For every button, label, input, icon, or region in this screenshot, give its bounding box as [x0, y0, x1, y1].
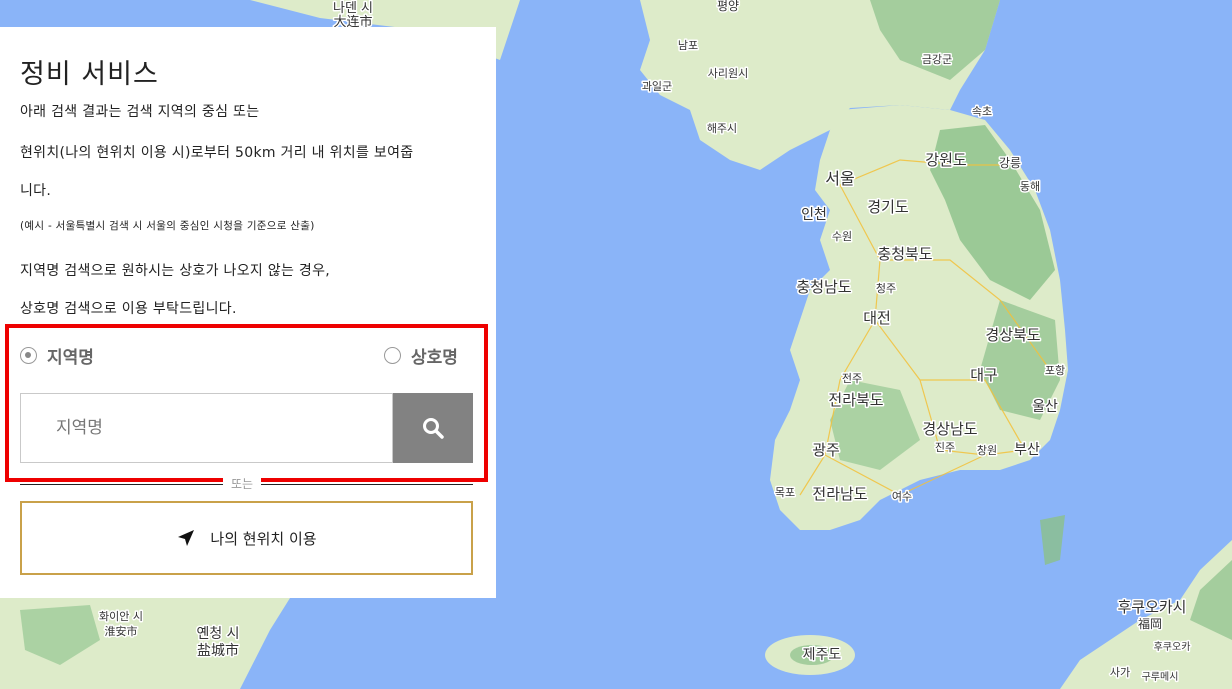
map-label: 금강군: [922, 53, 952, 66]
search-input[interactable]: [20, 393, 393, 463]
map-label: 전라북도: [828, 391, 883, 409]
navigation-arrow-icon: [178, 530, 195, 546]
map-label: 후쿠오카시: [1117, 598, 1186, 616]
map-label: 구루메시: [1142, 671, 1179, 683]
map-label: 인천: [801, 207, 827, 223]
map-label: 충청북도: [877, 245, 932, 263]
map-label: 수원: [832, 230, 852, 243]
map-label: 강원도: [925, 151, 967, 169]
map-label: 충청남도: [796, 278, 851, 296]
map-label: 나덴 시: [333, 1, 373, 16]
map-label: 과일군: [642, 79, 672, 93]
search-icon: [423, 418, 444, 439]
map-label: 진주: [935, 441, 955, 454]
map-label: 해주시: [707, 121, 737, 135]
map-label: 남포: [678, 39, 698, 52]
map-label: 강릉: [999, 156, 1021, 170]
map-label: 포항: [1045, 364, 1065, 377]
radio-business-name-label: 상호명: [411, 348, 458, 368]
map-label: 울산: [1032, 399, 1058, 415]
page-title: 정비 서비스: [20, 59, 159, 90]
map-label: 盐城市: [197, 642, 239, 659]
map-label: 목포: [775, 486, 795, 499]
map-label: 사리원시: [708, 67, 748, 80]
radio-business-name-circle[interactable]: [384, 347, 401, 364]
description-line-3: 니다.: [20, 183, 52, 199]
description-line-4: 지역명 검색으로 원하시는 상호가 나오지 않는 경우,: [20, 263, 331, 279]
use-my-location-label: 나의 현위치 이용: [210, 529, 317, 548]
map-label: 여수: [892, 490, 912, 503]
radio-region-circle[interactable]: [20, 347, 37, 364]
map-label: 경상남도: [922, 420, 977, 438]
map-label: 청주: [876, 282, 896, 295]
radio-region-label: 지역명: [47, 348, 94, 368]
map-label: 대전: [863, 309, 891, 327]
divider-text: 또는: [223, 476, 262, 492]
map-label: 평양: [717, 0, 739, 13]
radio-region[interactable]: 지역명: [20, 343, 94, 368]
map-label: 전주: [842, 372, 862, 385]
map-label: 화이안 시: [99, 610, 143, 623]
map-label: 사가: [1110, 666, 1130, 679]
map-label: 창원: [977, 444, 997, 457]
example-note: (예시 - 서울특별시 검색 시 서울의 중심인 시청을 기준으로 산출): [20, 220, 315, 232]
map-label: 전라남도: [812, 485, 867, 503]
map-label: 동해: [1020, 179, 1040, 193]
description-line-2: 현위치(나의 현위치 이용 시)로부터 50km 거리 내 위치를 보여줍: [20, 145, 414, 161]
description-line-5: 상호명 검색으로 이용 부탁드립니다.: [20, 301, 237, 317]
radio-business-name[interactable]: 상호명: [384, 343, 458, 368]
map-label: 서울: [825, 169, 854, 188]
map-label: 대구: [970, 366, 998, 384]
search-button[interactable]: [393, 393, 473, 463]
use-my-location-button[interactable]: 나의 현위치 이용: [20, 501, 473, 575]
map-label: 옌청 시: [196, 626, 239, 642]
description-line-1: 아래 검색 결과는 검색 지역의 중심 또는: [20, 104, 260, 120]
map-label: 속초: [972, 105, 992, 118]
map-label: 후쿠오카: [1154, 641, 1191, 653]
map-label: 제주도: [803, 647, 842, 663]
map-label: 경상북도: [985, 326, 1040, 344]
map-label: 경기도: [867, 198, 909, 216]
map-label: 광주: [812, 441, 840, 459]
map-label: 淮安市: [105, 624, 138, 638]
map-label: 부산: [1014, 442, 1040, 458]
map-label: 福岡: [1138, 616, 1162, 631]
